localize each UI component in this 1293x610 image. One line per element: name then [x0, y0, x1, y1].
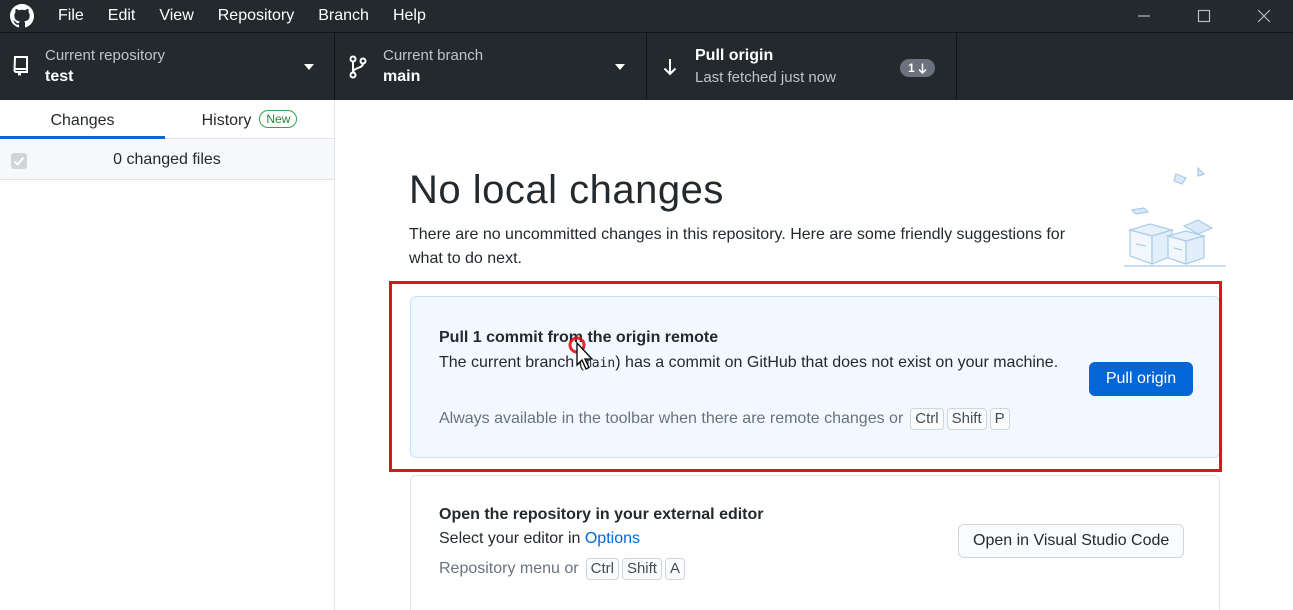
toolbar: Current repository test Current branch m… [0, 32, 1293, 100]
current-branch-dropdown[interactable]: Current branch main [335, 33, 647, 100]
editor-card-hint: Repository menu or Ctrl Shift A [439, 558, 685, 580]
kbd-shift: Shift [621, 558, 662, 580]
kbd-p: P [989, 408, 1010, 430]
menu-view[interactable]: View [147, 0, 205, 32]
current-branch-label: Current branch [383, 47, 484, 64]
pull-origin-card-button[interactable]: Pull origin [1089, 362, 1193, 396]
pull-count-badge: 1 [900, 59, 935, 77]
chevron-down-icon [615, 64, 625, 70]
mouse-cursor-icon [568, 336, 594, 370]
pull-origin-label: Pull origin [695, 47, 774, 64]
pull-count: 1 [908, 61, 915, 75]
tab-changes-label: Changes [50, 112, 115, 129]
last-fetched-label: Last fetched just now [695, 69, 836, 86]
branch-icon [349, 55, 367, 79]
repo-icon [13, 56, 28, 76]
sidebar: Changes History New 0 changed files [0, 100, 335, 610]
tab-history-label: History [201, 112, 252, 129]
menu-file[interactable]: File [46, 0, 96, 32]
page-subtitle: There are no uncommitted changes in this… [409, 226, 1066, 267]
menu-edit[interactable]: Edit [96, 0, 148, 32]
minimize-button[interactable] [1114, 0, 1174, 32]
pull-card-hint-text: Always available in the toolbar when the… [439, 410, 904, 427]
close-window-button[interactable] [1234, 0, 1293, 32]
minimize-icon [1138, 15, 1150, 17]
editor-card-desc-text: Select your editor in [439, 530, 581, 547]
maximize-icon [1197, 9, 1211, 23]
pull-suggestion-card: Pull 1 commit from the origin remote The… [410, 296, 1220, 458]
pull-card-description: The current branch (main) has a commit o… [439, 350, 1069, 377]
current-repository-value: test [45, 68, 74, 85]
external-editor-card: Open the repository in your external edi… [410, 475, 1220, 610]
menu-bar: File Edit View Repository Branch Help [46, 0, 438, 32]
changed-files-header: 0 changed files [0, 140, 334, 180]
menu-branch[interactable]: Branch [306, 0, 381, 32]
arrow-down-icon [663, 59, 677, 76]
kbd-ctrl: Ctrl [585, 558, 619, 580]
main-content: No local changes There are no uncommitte… [336, 100, 1293, 610]
kbd-a: A [664, 558, 685, 580]
editor-card-title: Open the repository in your external edi… [439, 506, 764, 523]
pull-card-desc-start: The current branch ( [439, 354, 584, 371]
title-bar: File Edit View Repository Branch Help [0, 0, 1293, 32]
arrow-down-icon [918, 63, 927, 74]
new-badge: New [259, 110, 298, 128]
kbd-shift: Shift [946, 408, 987, 430]
tab-history[interactable]: History New [165, 100, 334, 139]
current-branch-value: main [383, 68, 421, 85]
close-icon [1257, 9, 1271, 23]
tab-changes[interactable]: Changes [0, 100, 165, 139]
pull-card-hint: Always available in the toolbar when the… [439, 408, 1010, 430]
pull-origin-button[interactable]: Pull origin Last fetched just now 1 [647, 33, 957, 100]
changed-files-count: 0 changed files [113, 151, 221, 168]
empty-state-illustration-icon [1124, 166, 1226, 267]
chevron-down-icon [304, 64, 314, 70]
editor-card-hint-text: Repository menu or [439, 560, 579, 577]
sidebar-tabs: Changes History New [0, 100, 334, 139]
current-repository-dropdown[interactable]: Current repository test [0, 33, 335, 100]
pull-card-desc-end: ) has a commit on GitHub that does not e… [615, 354, 1059, 371]
kbd-ctrl: Ctrl [910, 408, 944, 430]
page-title: No local changes [409, 168, 724, 212]
menu-repository[interactable]: Repository [206, 0, 306, 32]
options-link[interactable]: Options [585, 530, 640, 547]
current-repository-label: Current repository [45, 47, 166, 64]
github-logo-icon [10, 4, 34, 28]
maximize-button[interactable] [1174, 0, 1234, 32]
menu-help[interactable]: Help [381, 0, 438, 32]
open-in-vscode-button[interactable]: Open in Visual Studio Code [958, 524, 1185, 558]
